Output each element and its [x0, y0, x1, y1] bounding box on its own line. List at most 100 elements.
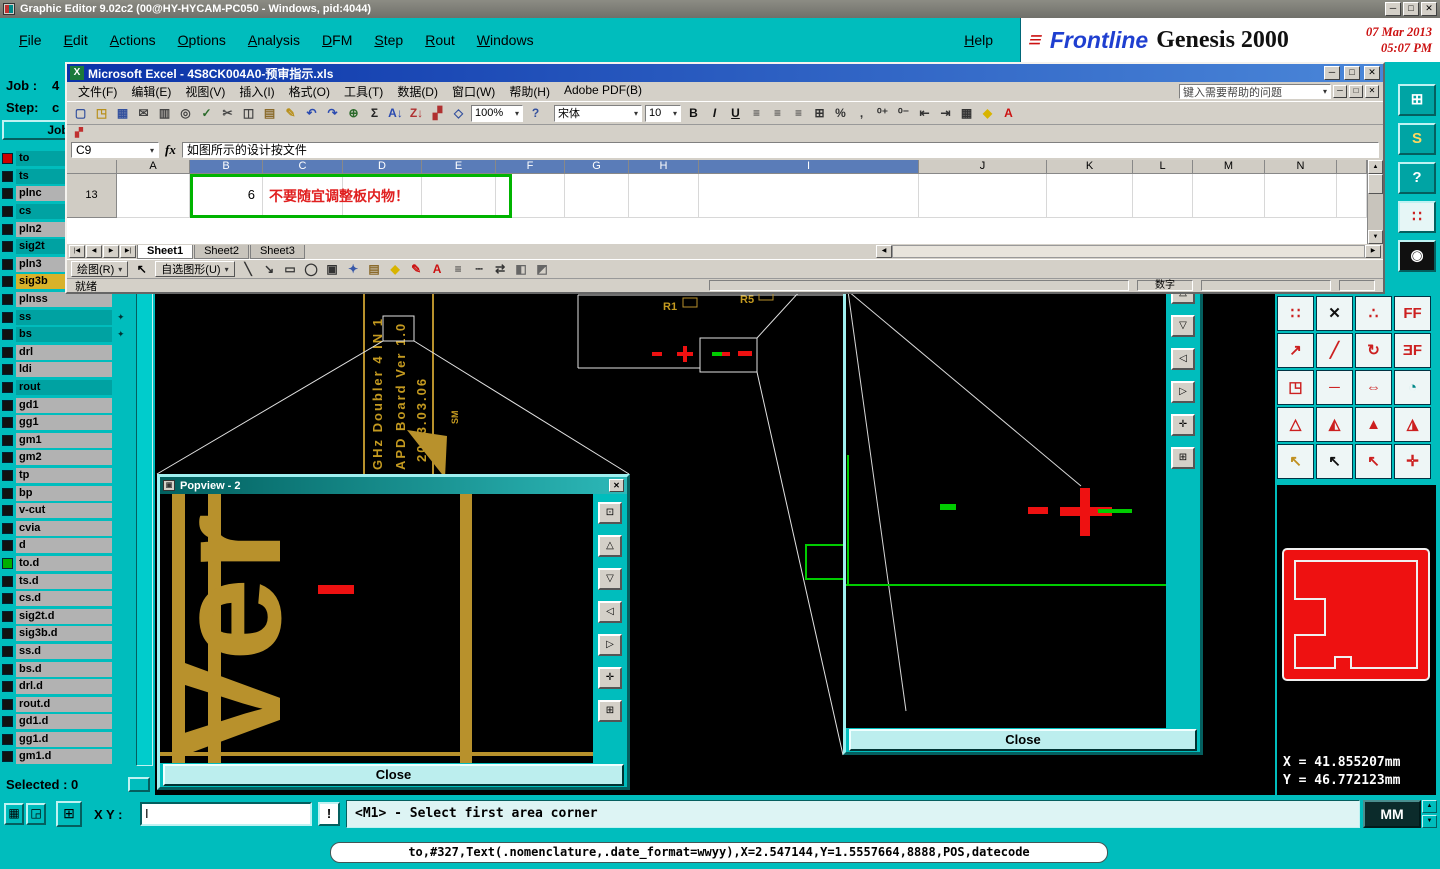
sheet-tab[interactable]: Sheet3	[249, 244, 305, 259]
excel-toolbar-button[interactable]: ▢	[71, 103, 90, 123]
toolbox-button[interactable]: FF	[1394, 296, 1431, 331]
layer-row[interactable]: tp	[0, 467, 136, 485]
layer-row[interactable]: gm1.d	[0, 748, 136, 766]
draw-tool-button[interactable]: ≡	[448, 259, 468, 279]
column-header[interactable]: B	[190, 160, 263, 174]
layer-row[interactable]: gd1	[0, 396, 136, 414]
excel-menu-item[interactable]: 编辑(E)	[124, 83, 178, 100]
column-header[interactable]: F	[496, 160, 565, 174]
excel-format-button[interactable]: ≡	[747, 103, 766, 123]
toolbox-button[interactable]: ▲	[1355, 407, 1392, 442]
layer-row[interactable]: v-cut	[0, 502, 136, 520]
select-all-corner[interactable]	[67, 160, 117, 174]
draw-tool-button[interactable]: ▣	[322, 259, 342, 279]
draw-tool-button[interactable]: ✦	[343, 259, 363, 279]
workbook-minimize-button[interactable]: ─	[1333, 85, 1347, 98]
popview-tool-button[interactable]: ▽	[1171, 315, 1195, 337]
popview-tool-button[interactable]: ▷	[598, 634, 622, 656]
column-header[interactable]: H	[629, 160, 699, 174]
layer-row[interactable]: rout	[0, 379, 136, 397]
toolbox-button[interactable]: ✕	[1316, 296, 1353, 331]
grid-empty-area[interactable]	[67, 218, 1367, 244]
vscroll-thumb[interactable]	[1368, 174, 1383, 194]
layer-row[interactable]: drl	[0, 344, 136, 362]
units-toggle-button[interactable]: MM	[1363, 800, 1421, 828]
draw-tool-button[interactable]: ◩	[532, 259, 552, 279]
popview1-canvas[interactable]	[846, 241, 1166, 728]
snap-grid-button[interactable]: ▦	[4, 803, 24, 825]
scroll-right-icon[interactable]: ▶	[1365, 245, 1381, 258]
toolbox-button[interactable]: ◭	[1316, 407, 1353, 442]
column-header[interactable]: L	[1133, 160, 1193, 174]
menu-item[interactable]: Windows	[466, 32, 545, 48]
side-tool-button[interactable]: ?	[1398, 162, 1436, 194]
layer-row[interactable]: to.d	[0, 555, 136, 573]
toolbox-button[interactable]: ✛	[1394, 444, 1431, 479]
popview-tool-button[interactable]: ⊡	[598, 502, 622, 524]
prev-sheet-button[interactable]: ◀	[86, 245, 102, 258]
excel-toolbar-button[interactable]: ▞	[428, 103, 447, 123]
excel-format-button[interactable]: A	[999, 103, 1018, 123]
excel-close-button[interactable]: ✕	[1364, 66, 1380, 80]
row-header[interactable]: 13	[67, 174, 117, 218]
column-header[interactable]: N	[1265, 160, 1337, 174]
grid-cell[interactable]	[1047, 174, 1133, 218]
last-sheet-button[interactable]: ▶|	[120, 245, 136, 258]
excel-format-button[interactable]: ≡	[789, 103, 808, 123]
column-header[interactable]: E	[422, 160, 496, 174]
layer-row[interactable]: cs.d	[0, 590, 136, 608]
excel-format-button[interactable]: U	[726, 103, 745, 123]
excel-format-button[interactable]: ◆	[978, 103, 997, 123]
font-name-select[interactable]: 宋体 ▾	[554, 104, 642, 122]
excel-toolbar-button[interactable]: ✎	[281, 103, 300, 123]
layer-row[interactable]: bs ✦	[0, 326, 136, 344]
excel-format-button[interactable]: B	[684, 103, 703, 123]
cell-c13-note[interactable]: 不要随宜调整板内物！	[269, 174, 409, 218]
cell-b13-value[interactable]: 6	[190, 174, 263, 218]
toolbox-button[interactable]: ƎF	[1394, 333, 1431, 368]
popview2-titlebar[interactable]: ▣ Popview - 2 ✕	[160, 477, 627, 494]
layer-row[interactable]: ldi	[0, 361, 136, 379]
layer-row[interactable]: sig2t.d	[0, 607, 136, 625]
toolbox-button[interactable]: ⇔	[1355, 370, 1392, 405]
toolbox-button[interactable]: ─	[1316, 370, 1353, 405]
column-header[interactable]: I	[699, 160, 919, 174]
alert-button[interactable]: !	[318, 802, 340, 826]
excel-toolbar-button[interactable]: ◎	[176, 103, 195, 123]
sheet-tab[interactable]: Sheet1	[137, 244, 194, 259]
close-button[interactable]: ✕	[1421, 2, 1437, 16]
toolbox-button[interactable]: ∴	[1355, 296, 1392, 331]
column-header[interactable]: K	[1047, 160, 1133, 174]
minimize-button[interactable]: ─	[1385, 2, 1401, 16]
side-tool-button[interactable]: S	[1398, 123, 1436, 155]
grid-cell[interactable]	[1337, 174, 1367, 218]
app-titlebar[interactable]: Graphic Editor 9.02c2 (00@HY-HYCAM-PC050…	[0, 0, 1440, 18]
xy-coordinate-input[interactable]: I	[140, 802, 312, 826]
excel-menu-item[interactable]: 工具(T)	[337, 83, 390, 100]
sheet-tab[interactable]: Sheet2	[194, 244, 249, 259]
excel-toolbar-button[interactable]: ⊕	[344, 103, 363, 123]
excel-format-button[interactable]: ⇤	[915, 103, 934, 123]
toolbox-button[interactable]: ◔	[1394, 370, 1431, 405]
menu-item[interactable]: Actions	[99, 32, 167, 48]
scroll-up-icon[interactable]: ▲	[1368, 160, 1383, 174]
popview2-close-button[interactable]: Close	[163, 764, 624, 786]
layer-row[interactable]: ss.d	[0, 643, 136, 661]
grid-cell[interactable]	[629, 174, 699, 218]
draw-tool-button[interactable]: ┄	[469, 259, 489, 279]
font-size-select[interactable]: 10 ▾	[645, 104, 681, 122]
excel-toolbar-button[interactable]: ▦	[113, 103, 132, 123]
excel-format-button[interactable]: ⁰⁻	[894, 103, 913, 123]
selbar-button[interactable]	[128, 777, 150, 792]
column-header[interactable]: D	[343, 160, 422, 174]
excel-hscrollbar[interactable]: ◀ ▶	[876, 245, 1381, 258]
excel-toolbar-button[interactable]: A↓	[386, 103, 405, 123]
grid-cell[interactable]	[699, 174, 919, 218]
toolbox-button[interactable]: ↖	[1277, 444, 1314, 479]
column-header[interactable]	[1337, 160, 1367, 174]
draw-tool-button[interactable]: ◧	[511, 259, 531, 279]
workbook-close-button[interactable]: ✕	[1365, 85, 1379, 98]
popview-tool-button[interactable]: ◁	[1171, 348, 1195, 370]
excel-toolbar-button[interactable]: ◫	[239, 103, 258, 123]
popview1-close-button[interactable]: Close	[849, 729, 1197, 751]
